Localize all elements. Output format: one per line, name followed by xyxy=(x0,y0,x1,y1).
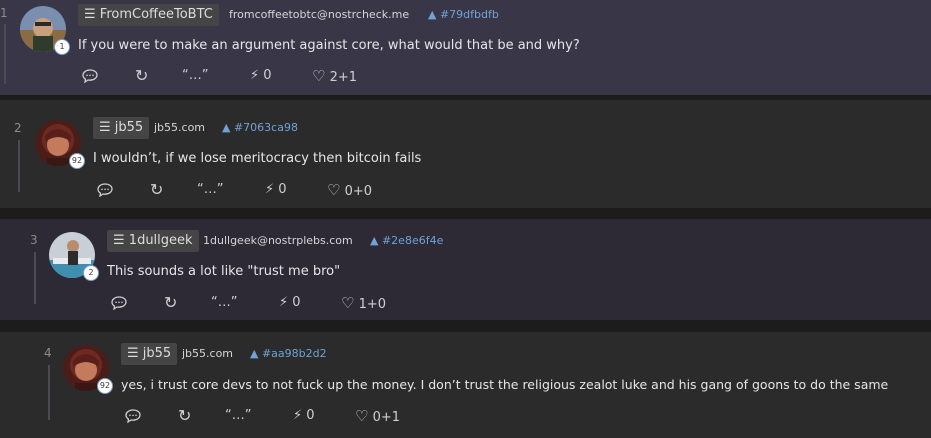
zap-count: 0 xyxy=(278,182,287,197)
quote-button[interactable]: “…” xyxy=(182,68,208,83)
repost-icon: ↻ xyxy=(135,66,149,85)
note-content: If you were to make an argument against … xyxy=(78,38,580,53)
speech-bubble-icon xyxy=(97,182,113,197)
note-gap xyxy=(0,208,931,219)
reply-button[interactable] xyxy=(125,408,141,423)
menu-icon: ☰ xyxy=(127,346,139,361)
author-nip05: fromcoffeetobtc@nostrcheck.me xyxy=(229,8,410,21)
heart-icon: ♡ xyxy=(355,407,369,425)
like-button[interactable]: ♡ 2+1 xyxy=(312,67,357,85)
like-count: 1+0 xyxy=(358,297,387,312)
repost-button[interactable]: ↻ xyxy=(178,406,191,425)
reply-count-badge: 2 xyxy=(83,265,99,281)
heart-icon: ♡ xyxy=(327,181,341,199)
zap-button[interactable]: ⚡ 0 xyxy=(265,182,287,197)
like-count: 0+1 xyxy=(372,410,401,425)
repost-icon: ↻ xyxy=(178,406,192,425)
like-count: 0+0 xyxy=(344,184,373,199)
like-button[interactable]: ♡ 1+0 xyxy=(341,294,386,312)
author-name: jb55 xyxy=(142,346,172,361)
repost-button[interactable]: ↻ xyxy=(150,180,163,199)
author-name-button[interactable]: ☰ FromCoffeeToBTC xyxy=(78,4,219,26)
like-count: 2+1 xyxy=(329,70,358,85)
zap-count: 0 xyxy=(263,68,272,83)
lightning-icon: ⚡ xyxy=(279,295,289,310)
triangle-icon: ▲ xyxy=(428,8,437,21)
repost-icon: ↻ xyxy=(164,293,178,312)
zap-button[interactable]: ⚡ 0 xyxy=(279,295,301,310)
repost-button[interactable]: ↻ xyxy=(135,66,148,85)
thread-line xyxy=(18,140,20,192)
reply-button[interactable] xyxy=(111,295,127,310)
zap-button[interactable]: ⚡ 0 xyxy=(293,408,315,423)
like-button[interactable]: ♡ 0+0 xyxy=(327,181,372,199)
note-id-link[interactable]: ▲ #79dfbdfb xyxy=(428,8,499,21)
thread-line xyxy=(4,24,6,84)
triangle-icon: ▲ xyxy=(250,347,259,360)
author-name-button[interactable]: ☰ jb55 xyxy=(93,117,150,139)
quote-button[interactable]: “…” xyxy=(211,295,237,310)
note-index: 1 xyxy=(0,6,8,20)
menu-icon: ☰ xyxy=(99,120,111,135)
author-nip05: jb55.com xyxy=(154,121,206,134)
note-index: 2 xyxy=(14,121,22,135)
heart-icon: ♡ xyxy=(341,294,355,312)
author-name: 1dullgeek xyxy=(128,233,193,248)
repost-icon: ↻ xyxy=(150,180,164,199)
like-button[interactable]: ♡ 0+1 xyxy=(355,407,400,425)
reply-count-badge: 1 xyxy=(54,39,70,55)
note-id-link[interactable]: ▲ #aa98b2d2 xyxy=(250,347,327,360)
triangle-icon: ▲ xyxy=(370,234,379,247)
thread-line xyxy=(34,252,36,304)
zap-button[interactable]: ⚡ 0 xyxy=(250,68,272,83)
author-name: jb55 xyxy=(114,120,144,135)
reply-count-badge: 92 xyxy=(97,378,113,394)
author-name-button[interactable]: ☰ 1dullgeek xyxy=(107,230,199,252)
speech-bubble-icon xyxy=(111,295,127,310)
menu-icon: ☰ xyxy=(113,233,125,248)
note-index: 4 xyxy=(44,346,52,360)
speech-bubble-icon xyxy=(125,408,141,423)
lightning-icon: ⚡ xyxy=(293,408,303,423)
reply-button[interactable] xyxy=(82,68,98,83)
heart-icon: ♡ xyxy=(312,67,326,85)
note-content: I wouldn’t, if we lose meritocracy then … xyxy=(93,151,422,166)
zap-count: 0 xyxy=(306,408,315,423)
reply-button[interactable] xyxy=(97,182,113,197)
note-content: yes, i trust core devs to not fuck up th… xyxy=(121,377,889,392)
author-nip05: 1dullgeek@nostrplebs.com xyxy=(203,234,353,247)
quote-button[interactable]: “…” xyxy=(225,408,251,423)
note-gap xyxy=(0,320,931,332)
author-name-button[interactable]: ☰ jb55 xyxy=(121,343,178,365)
note-index: 3 xyxy=(30,233,38,247)
author-nip05: jb55.com xyxy=(182,347,234,360)
author-name: FromCoffeeToBTC xyxy=(99,7,213,22)
quote-button[interactable]: “…” xyxy=(197,182,223,197)
reply-count-badge: 92 xyxy=(69,153,85,169)
triangle-icon: ▲ xyxy=(222,121,231,134)
note-id-link[interactable]: ▲ #2e8e6f4e xyxy=(370,234,443,247)
repost-button[interactable]: ↻ xyxy=(164,293,177,312)
note-content: This sounds a lot like "trust me bro" xyxy=(107,264,341,279)
speech-bubble-icon xyxy=(82,68,98,83)
lightning-icon: ⚡ xyxy=(250,68,260,83)
thread-line xyxy=(48,365,50,420)
note-id-link[interactable]: ▲ #7063ca98 xyxy=(222,121,298,134)
lightning-icon: ⚡ xyxy=(265,182,275,197)
menu-icon: ☰ xyxy=(84,7,96,22)
zap-count: 0 xyxy=(292,295,301,310)
